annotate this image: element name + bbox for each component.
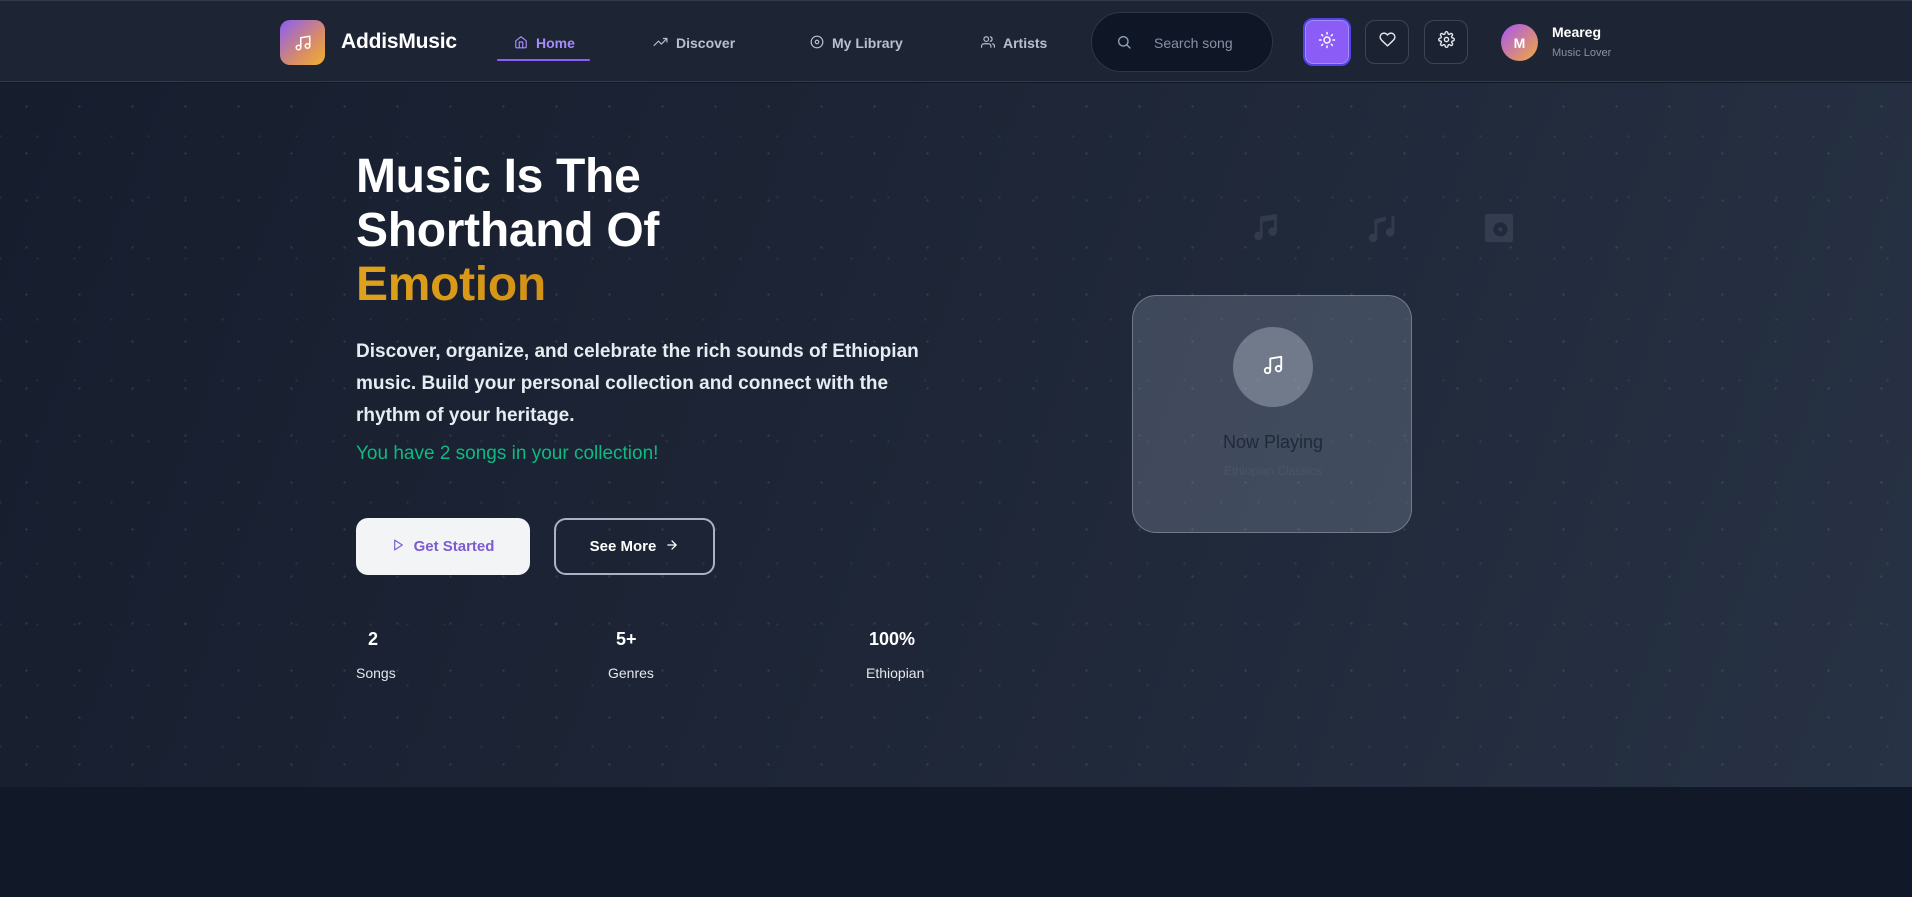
hero-headline: Music Is The Shorthand Of Emotion [356, 150, 659, 312]
disc-icon [1482, 211, 1516, 250]
stat-value-ethiopian: 100% [869, 629, 916, 649]
user-role: Music Lover [1552, 47, 1612, 59]
stat-value-songs: 2 [368, 629, 379, 649]
search-input[interactable] [1154, 33, 1264, 53]
page-footer-area [0, 787, 1912, 897]
button-label: Get Started [413, 538, 495, 555]
stat-label-songs: Songs [356, 665, 396, 681]
music-note-icon [1262, 354, 1284, 381]
sun-icon [1318, 31, 1336, 54]
nav-item-label: My Library [832, 35, 903, 51]
nav-item-home[interactable]: Home [514, 31, 575, 55]
nav-item-label: Home [536, 35, 575, 51]
see-more-button[interactable]: See More [554, 518, 715, 575]
users-icon [981, 35, 995, 52]
headline-accent: Emotion [356, 258, 659, 312]
now-playing-artwork [1233, 327, 1313, 407]
stat-value-genres: 5+ [616, 629, 637, 649]
headline-line-2: Shorthand Of [356, 204, 660, 257]
avatar[interactable]: M [1501, 24, 1538, 61]
nav-item-label: Artists [1003, 35, 1048, 51]
user-name: Meareg [1552, 24, 1602, 40]
theme-toggle-button[interactable] [1303, 18, 1351, 66]
nav-item-my-library[interactable]: My Library [810, 31, 903, 55]
gear-icon [1437, 31, 1455, 53]
trending-icon [653, 35, 668, 52]
play-icon [392, 538, 405, 556]
music-note-icon [1250, 211, 1284, 250]
now-playing-subtitle: Ethiopian Classics [1223, 464, 1323, 478]
search-bar[interactable] [1091, 12, 1273, 72]
stat-label-genres: Genres [608, 665, 654, 681]
get-started-button[interactable]: Get Started [356, 518, 530, 575]
logo-icon[interactable] [280, 20, 325, 65]
button-label: See More [589, 538, 657, 555]
heart-icon [1378, 31, 1396, 53]
favorites-button[interactable] [1365, 20, 1409, 64]
headline-line-1: Music Is The [356, 150, 641, 203]
now-playing-card[interactable]: Now Playing Ethiopian Classics [1132, 295, 1412, 533]
hero-description: Discover, organize, and celebrate the ri… [356, 341, 919, 426]
brand-name[interactable]: AddisMusic [341, 30, 457, 54]
nav-item-artists[interactable]: Artists [981, 31, 1047, 55]
now-playing-title: Now Playing [1222, 432, 1324, 452]
search-icon [1116, 34, 1132, 55]
top-navbar: AddisMusic Home Discover My Library Arti… [0, 0, 1912, 82]
music-notes-icon [1366, 211, 1400, 250]
hero-section: Music Is The Shorthand Of Emotion Discov… [0, 83, 1912, 787]
active-tab-indicator [497, 59, 590, 61]
nav-item-discover[interactable]: Discover [653, 31, 735, 55]
collection-message: You have 2 songs in your collection! [356, 443, 659, 464]
home-icon [514, 35, 528, 52]
stat-label-ethiopian: Ethiopian [866, 665, 925, 681]
settings-button[interactable] [1424, 20, 1468, 64]
arrow-right-icon [665, 538, 679, 556]
disc-icon [810, 35, 824, 52]
nav-item-label: Discover [676, 35, 736, 51]
background-dots [0, 83, 1912, 787]
